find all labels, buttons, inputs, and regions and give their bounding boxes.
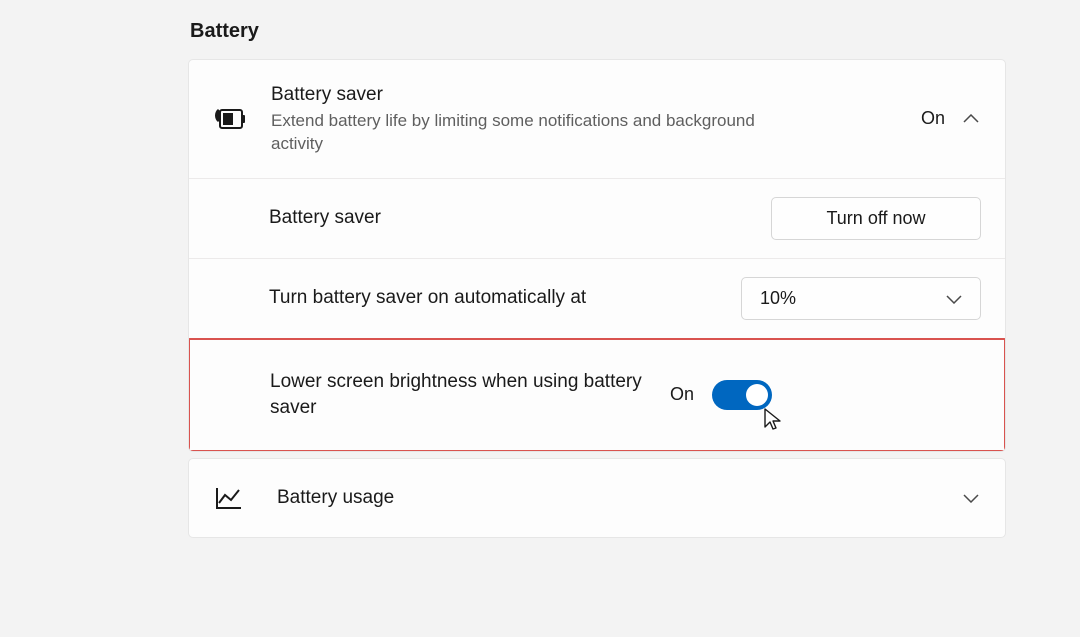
battery-saver-title: Battery saver xyxy=(271,82,921,108)
auto-on-select[interactable]: 10% xyxy=(741,277,981,320)
battery-usage-panel: Battery usage xyxy=(188,458,1006,538)
section-title-battery: Battery xyxy=(188,20,1080,43)
battery-saver-icon xyxy=(205,107,253,131)
cursor-icon xyxy=(762,407,784,438)
battery-saver-toggle-row: Battery saver Turn off now xyxy=(189,179,1005,259)
toggle-knob xyxy=(746,384,768,406)
chevron-up-icon xyxy=(961,109,981,129)
battery-usage-row[interactable]: Battery usage xyxy=(189,459,1005,537)
auto-on-row: Turn battery saver on automatically at 1… xyxy=(189,259,1005,339)
battery-saver-panel: Battery saver Extend battery life by lim… xyxy=(188,59,1006,452)
lower-brightness-status: On xyxy=(670,384,694,405)
battery-usage-icon xyxy=(205,485,253,511)
battery-saver-header[interactable]: Battery saver Extend battery life by lim… xyxy=(189,60,1005,179)
chevron-down-icon xyxy=(946,288,962,309)
lower-brightness-toggle[interactable] xyxy=(712,380,772,410)
highlight-box: Lower screen brightness when using batte… xyxy=(188,338,1006,452)
chevron-down-icon xyxy=(961,488,981,508)
auto-on-label: Turn battery saver on automatically at xyxy=(269,285,741,311)
battery-usage-label: Battery usage xyxy=(277,485,961,511)
turn-off-now-button[interactable]: Turn off now xyxy=(771,197,981,240)
auto-on-value: 10% xyxy=(760,288,796,309)
lower-brightness-row: Lower screen brightness when using batte… xyxy=(190,340,1004,450)
lower-brightness-label: Lower screen brightness when using batte… xyxy=(270,369,670,420)
battery-saver-toggle-label: Battery saver xyxy=(269,205,771,231)
battery-saver-subtitle: Extend battery life by limiting some not… xyxy=(271,110,791,156)
battery-saver-status: On xyxy=(921,108,945,129)
